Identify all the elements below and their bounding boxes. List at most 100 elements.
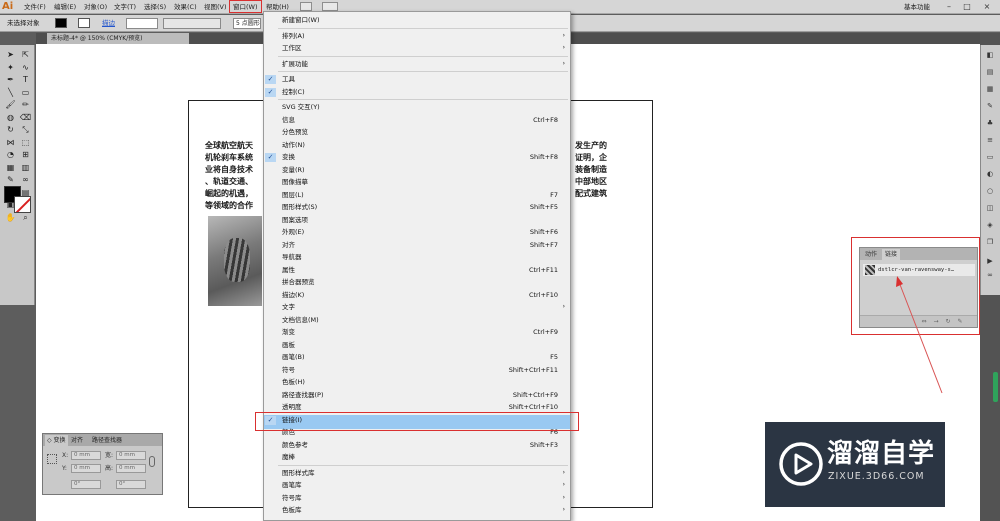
menu-item[interactable]: 画笔库 › [264,479,570,492]
relink-icon[interactable]: ⇔ [920,318,928,326]
menu-item[interactable]: 动作(N) [264,139,570,152]
color-guide-icon[interactable]: ▤ [984,67,996,77]
menu-item[interactable]: 新建窗口(W) [264,14,570,27]
height-field[interactable]: 0 mm [116,464,146,473]
gradient-panel-icon[interactable]: ▭ [984,152,996,162]
menu-item[interactable]: 分色预览 [264,126,570,139]
dock-scroll-handle[interactable] [993,372,998,402]
actions-panel-icon[interactable]: ▶ [984,256,996,266]
menu-item[interactable]: 信息 Ctrl+F8 [264,114,570,127]
menu-item[interactable]: 文档信息(M) [264,314,570,327]
menu-item[interactable]: 属性 Ctrl+F11 [264,264,570,277]
layers-panel-icon[interactable]: ◈ [984,220,996,230]
paintbrush-tool-icon[interactable]: 🖌 [4,99,17,110]
menu-view[interactable]: 视图(V) [204,1,227,13]
menu-item[interactable]: 排列(A) › [264,30,570,43]
scale-tool-icon[interactable]: ⤡ [19,124,32,135]
eyedropper-tool-icon[interactable]: ✎ [4,174,17,185]
menu-item[interactable]: 对齐 Shift+F7 [264,239,570,252]
menu-effect[interactable]: 效果(C) [174,1,197,13]
link-row[interactable]: dstlcr-van-ravensway-s… [863,264,975,276]
menu-object[interactable]: 对象(O) [84,1,107,13]
stroke-color-box[interactable] [14,196,31,213]
blob-brush-tool-icon[interactable]: ◍ [4,112,17,123]
menu-edit[interactable]: 编辑(E) [54,1,76,13]
menu-item[interactable]: 扩展功能 › [264,58,570,71]
menu-file[interactable]: 文件(F) [24,1,46,13]
menu-item[interactable]: 图形样式(S) Shift+F5 [264,201,570,214]
menu-item[interactable]: 渐变 Ctrl+F9 [264,326,570,339]
menu-item[interactable]: 画板 [264,339,570,352]
menu-type[interactable]: 文字(T) [114,1,136,13]
stroke-panel-icon[interactable]: ≡ [984,135,996,145]
menu-item[interactable]: 图层(L) F7 [264,189,570,202]
menu-item[interactable]: 变量(R) [264,164,570,177]
tab-pathfinder[interactable]: 路径查找器 [90,435,124,446]
tab-actions[interactable]: 动作 [862,249,880,260]
rotate-angle-field[interactable]: 0° [71,480,101,489]
menu-item[interactable]: 图像描摹 [264,176,570,189]
menu-item[interactable]: 符号 Shift+Ctrl+F11 [264,364,570,377]
eraser-tool-icon[interactable]: ⌫ [19,112,32,123]
menu-item[interactable]: 导航器 [264,251,570,264]
swatches-icon[interactable]: ▦ [984,84,996,94]
document-tab[interactable]: 未标题-4* @ 150% (CMYK/预览) [47,33,189,44]
arrange-documents-icon[interactable] [322,2,338,11]
perspective-grid-tool-icon[interactable]: ⊞ [19,149,32,160]
menu-item[interactable]: 符号库 › [264,492,570,505]
fill-swatch[interactable] [55,18,67,28]
shape-builder-tool-icon[interactable]: ◔ [4,149,17,160]
menu-item[interactable]: ✓ 变换 Shift+F8 [264,151,570,164]
menu-item[interactable]: 魔棒 [264,451,570,464]
brush-definition-dropdown[interactable]: 5 点圆形 [233,18,261,29]
type-tool-icon[interactable]: T [19,74,32,85]
artboards-panel-icon[interactable]: ❐ [984,237,996,247]
menu-item[interactable]: 外观(E) Shift+F6 [264,226,570,239]
x-field[interactable]: 0 mm [71,451,101,460]
close-button[interactable]: × [982,2,992,12]
maximize-button[interactable]: □ [962,2,972,12]
y-field[interactable]: 0 mm [71,464,101,473]
hand-tool-icon[interactable]: ✋ [4,212,17,223]
tab-links[interactable]: 链接 [882,249,901,260]
workspace-switcher[interactable]: 基本功能 [904,1,930,13]
menu-item[interactable]: 拼合器预览 [264,276,570,289]
edit-original-icon[interactable]: ✎ [956,318,964,326]
width-field[interactable]: 0 mm [116,451,146,460]
appearance-panel-icon[interactable]: ○ [984,186,996,196]
magic-wand-tool-icon[interactable]: ✦ [4,62,17,73]
pencil-tool-icon[interactable]: ✏ [19,99,32,110]
selection-tool-icon[interactable]: ➤ [4,49,17,60]
menu-item[interactable]: 工作区 › [264,42,570,55]
menu-select[interactable]: 选择(S) [144,1,166,13]
menu-item[interactable]: ✓ 工具 [264,73,570,86]
update-link-icon[interactable]: ↻ [944,318,952,326]
bridge-icon[interactable] [300,2,312,11]
menu-item[interactable]: 颜色参考 Shift+F3 [264,439,570,452]
menu-item[interactable]: SVG 交互(Y) [264,101,570,114]
go-to-link-icon[interactable]: → [932,318,940,326]
menu-item[interactable]: 图形样式库 › [264,467,570,480]
links-panel-icon[interactable]: ∞ [984,270,996,280]
constrain-proportions-icon[interactable] [149,456,155,467]
brushes-icon[interactable]: ✎ [984,101,996,111]
tab-align[interactable]: 对齐 [69,435,85,446]
stroke-weight-field[interactable] [126,18,158,29]
stroke-label[interactable]: 描边 [102,17,115,29]
blend-tool-icon[interactable]: ∞ [19,174,32,185]
tab-transform[interactable]: ◇ 变换 [45,435,68,446]
lasso-tool-icon[interactable]: ∿ [19,62,32,73]
color-panel-icon[interactable]: ◧ [984,50,996,60]
line-tool-icon[interactable]: ╲ [4,87,17,98]
menu-item[interactable]: 描边(K) Ctrl+F10 [264,289,570,302]
menu-item[interactable]: 色板(H) [264,376,570,389]
rectangle-tool-icon[interactable]: ▭ [19,87,32,98]
menu-item[interactable]: 图案选项 [264,214,570,227]
placed-image-footprint[interactable] [208,216,262,306]
graphic-styles-icon[interactable]: ◫ [984,203,996,213]
menu-item[interactable]: 画笔(B) F5 [264,351,570,364]
menu-item[interactable]: 色板库 › [264,504,570,517]
stroke-swatch[interactable] [78,18,90,28]
symbols-icon[interactable]: ♣ [984,118,996,128]
transparency-panel-icon[interactable]: ◐ [984,169,996,179]
